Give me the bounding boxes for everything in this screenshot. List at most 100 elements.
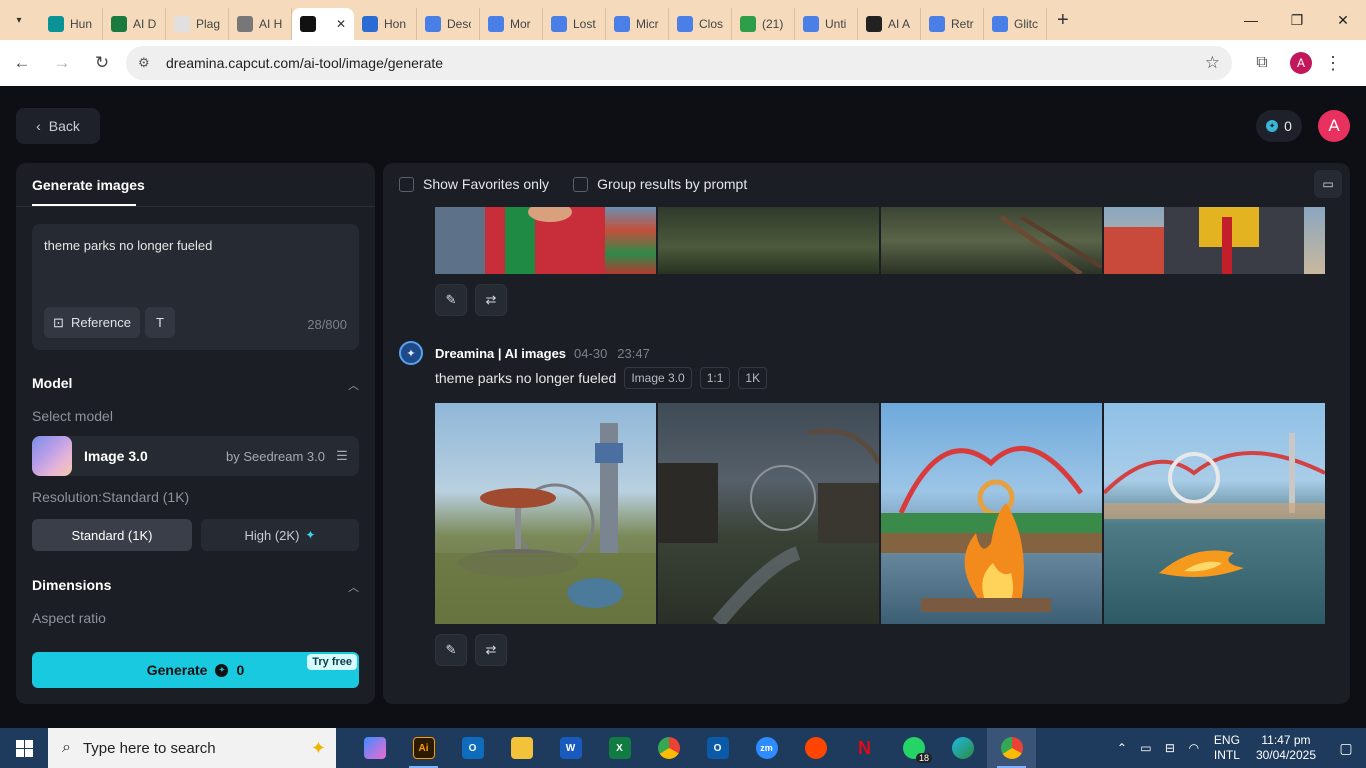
prompt-text[interactable]: theme parks no longer fueled [44, 238, 212, 253]
generation-prompt[interactable]: theme parks no longer fueled [435, 370, 616, 386]
display-icon[interactable]: ⊟ [1158, 741, 1182, 755]
browser-tab[interactable]: Desc [417, 8, 480, 40]
credits-badge[interactable]: ✦ 0 [1256, 110, 1302, 142]
resolution-tag: 1K [738, 367, 768, 389]
browser-tab[interactable]: Unti [795, 8, 858, 40]
generated-image[interactable] [881, 403, 1102, 624]
browser-tab[interactable]: Retr [921, 8, 984, 40]
browser-tab[interactable]: AI A [858, 8, 921, 40]
chrome-app[interactable] [644, 728, 693, 768]
regenerate-button[interactable]: ⇄ [475, 634, 507, 666]
browser-tab[interactable]: Glitc [984, 8, 1047, 40]
generated-image[interactable] [1104, 403, 1325, 624]
battery-icon[interactable]: ▭ [1134, 741, 1158, 755]
generate-panel: Generate images theme parks no longer fu… [16, 163, 375, 704]
generated-image[interactable] [658, 207, 879, 274]
outlook-classic-app[interactable]: O [693, 728, 742, 768]
group-by-prompt-label[interactable]: Group results by prompt [597, 176, 747, 192]
text-format-button[interactable]: T [145, 307, 175, 338]
address-bar[interactable]: ⚙ dreamina.capcut.com/ai-tool/image/gene… [126, 46, 1232, 80]
search-highlight-icon: ✦ [310, 737, 326, 758]
browser-tab[interactable]: Hun [40, 8, 103, 40]
browser-profile-avatar[interactable]: A [1290, 52, 1312, 74]
generated-image[interactable] [658, 403, 879, 624]
prompt-input[interactable]: theme parks no longer fueled ⊡ Reference… [32, 224, 359, 350]
edge-app[interactable] [938, 728, 987, 768]
tab-search-button[interactable]: ▾ [6, 7, 32, 33]
chrome-icon [1000, 737, 1023, 759]
model-thumbnail [32, 436, 72, 476]
generated-image[interactable] [1104, 207, 1325, 274]
chevron-up-icon[interactable]: ︿ [348, 377, 359, 393]
show-favorites-label[interactable]: Show Favorites only [423, 176, 549, 192]
copilot-app[interactable] [350, 728, 399, 768]
browser-menu-icon[interactable]: ⋮ [1318, 53, 1348, 74]
file-explorer-app[interactable] [497, 728, 546, 768]
excel-app[interactable]: X [595, 728, 644, 768]
notification-icon[interactable]: ▢ [1326, 740, 1366, 757]
reddit-app[interactable] [791, 728, 840, 768]
site-info-icon[interactable]: ⚙ [138, 55, 154, 71]
group-by-prompt-checkbox[interactable] [573, 176, 589, 192]
reddit-icon [804, 737, 827, 759]
user-avatar[interactable]: A [1318, 110, 1350, 142]
url-text[interactable]: dreamina.capcut.com/ai-tool/image/genera… [166, 55, 1205, 71]
generated-image[interactable] [435, 207, 656, 274]
generated-image[interactable] [881, 207, 1102, 274]
generate-button[interactable]: Generate ✦ 0 Try free [32, 652, 359, 688]
model-selector[interactable]: Image 3.0 by Seedream 3.0 ☰ [32, 436, 359, 476]
back-button[interactable]: ‹ Back [16, 108, 100, 144]
language-indicator[interactable]: ENG INTL [1214, 733, 1240, 763]
browser-toolbar: ← → ↻ ⚙ dreamina.capcut.com/ai-tool/imag… [0, 40, 1366, 86]
bookmark-star-icon[interactable]: ☆ [1205, 53, 1220, 73]
chevron-up-icon[interactable]: ︿ [348, 579, 359, 595]
taskbar-search[interactable]: ⌕ Type here to search ✦ [48, 728, 336, 768]
resolution-standard-button[interactable]: Standard (1K) [32, 519, 192, 551]
browser-tab[interactable]: Clos [669, 8, 732, 40]
reference-button[interactable]: ⊡ Reference [44, 307, 140, 338]
chrome-profile-app[interactable] [987, 728, 1036, 768]
edit-button[interactable]: ✎ [435, 284, 467, 316]
sliders-icon[interactable]: ☰ [325, 448, 359, 464]
edge-icon [951, 737, 974, 759]
close-tab-icon[interactable]: ✕ [336, 17, 346, 31]
close-window-button[interactable]: ✕ [1320, 0, 1366, 40]
whatsapp-app[interactable]: 18 [889, 728, 938, 768]
browser-tab[interactable]: Plag [166, 8, 229, 40]
show-favorites-checkbox[interactable] [399, 176, 414, 192]
reload-icon[interactable]: ↻ [84, 45, 120, 81]
chevron-up-icon[interactable]: ⌃ [1110, 741, 1134, 755]
tab-generate-images[interactable]: Generate images [32, 177, 145, 193]
extensions-icon[interactable]: ⧉ [1244, 45, 1280, 81]
wifi-icon[interactable]: ◠ [1182, 741, 1206, 755]
browser-tab[interactable]: AI D [103, 8, 166, 40]
word-app[interactable]: W [546, 728, 595, 768]
browser-tab[interactable]: Mor [480, 8, 543, 40]
rusted-track-image [999, 214, 1102, 274]
browser-tab[interactable]: AI H [229, 8, 292, 40]
forward-arrow-icon[interactable]: → [44, 45, 80, 81]
illustrator-app[interactable]: Ai [399, 728, 448, 768]
browser-tab[interactable]: Micr [606, 8, 669, 40]
edit-button[interactable]: ✎ [435, 634, 467, 666]
back-arrow-icon[interactable]: ← [4, 45, 40, 81]
browser-tab[interactable]: Lost [543, 8, 606, 40]
new-tab-button[interactable]: + [1057, 9, 1069, 32]
netflix-app[interactable]: N [840, 728, 889, 768]
browser-tab[interactable]: Hon [354, 8, 417, 40]
back-label: Back [48, 118, 80, 134]
resolution-high-button[interactable]: High (2K) ✦ [201, 519, 359, 551]
outlook-app[interactable]: O [448, 728, 497, 768]
minimize-button[interactable]: — [1228, 0, 1274, 40]
clock[interactable]: 11:47 pm 30/04/2025 [1256, 733, 1316, 763]
regenerate-button[interactable]: ⇄ [475, 284, 507, 316]
tab-favicon-icon [425, 16, 441, 32]
restore-button[interactable]: ❐ [1274, 0, 1320, 40]
start-button[interactable] [0, 728, 48, 768]
tab-favicon-icon [866, 16, 882, 32]
generated-image[interactable] [435, 403, 656, 624]
zoom-app[interactable]: zm [742, 728, 791, 768]
browser-tab[interactable]: (21) [732, 8, 795, 40]
browser-tab-active[interactable]: ✕ [292, 8, 354, 40]
folder-icon[interactable]: ▭ [1314, 170, 1342, 198]
